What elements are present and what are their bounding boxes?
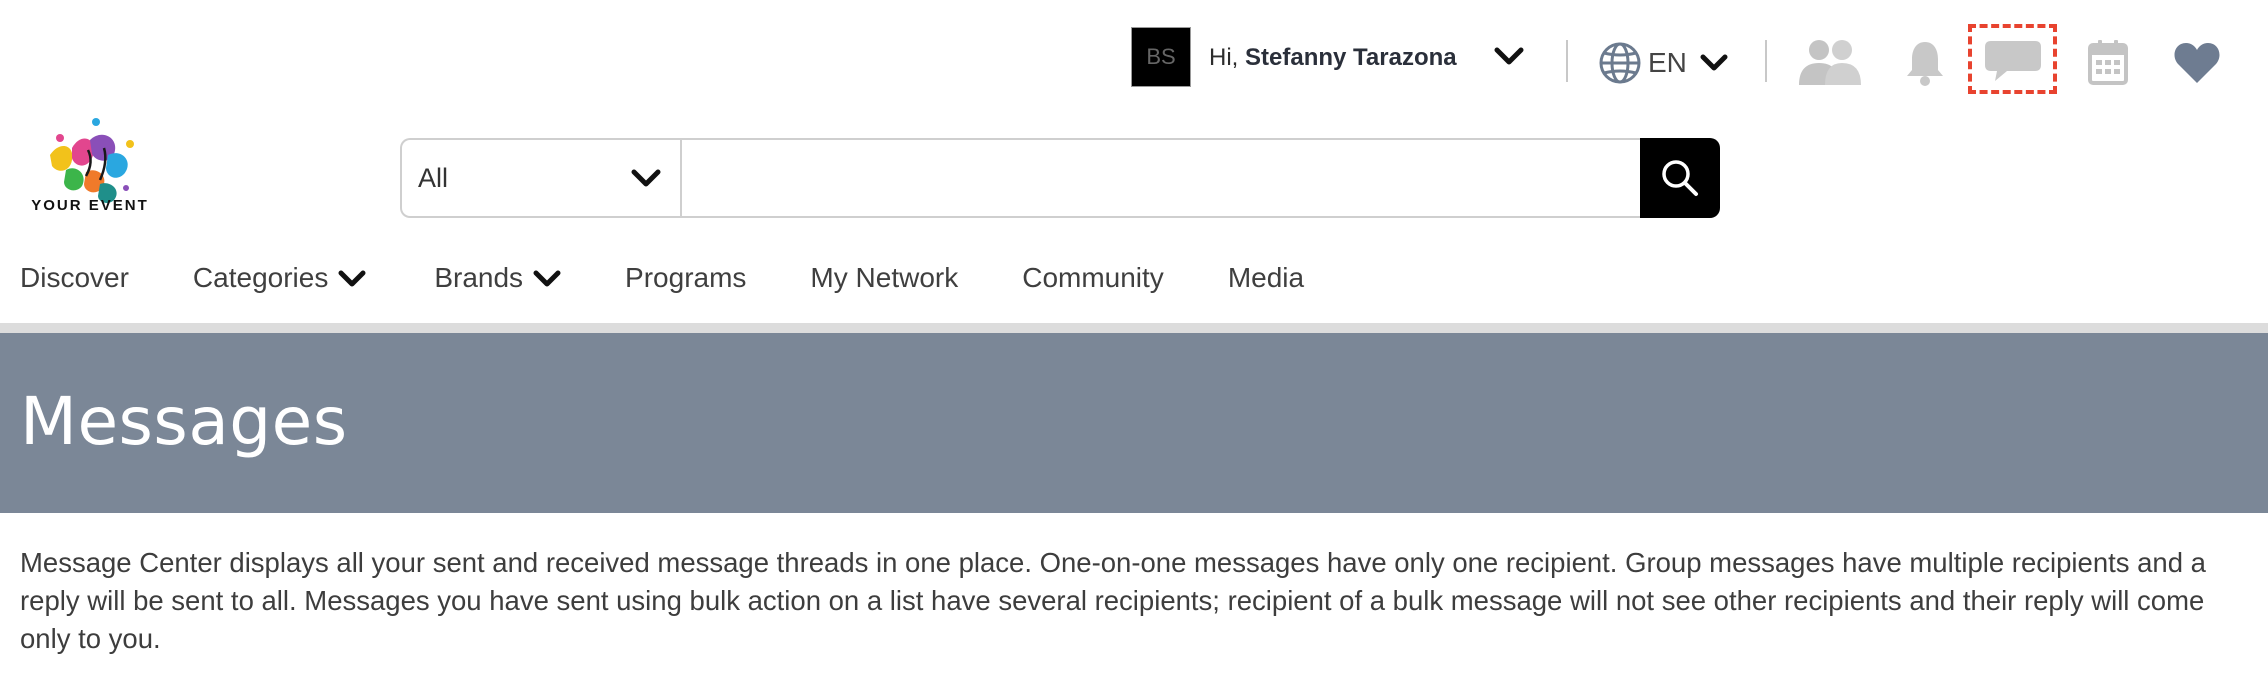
nav-divider: [0, 323, 2268, 333]
chevron-down-icon: [1700, 54, 1728, 71]
avatar-initials: BS: [1146, 44, 1176, 69]
nav-item-label: Community: [1022, 262, 1164, 293]
page-title: Messages: [20, 383, 348, 460]
nav-item-media[interactable]: Media: [1228, 262, 1304, 294]
user-name: Stefanny Tarazona: [1245, 44, 1457, 71]
user-greeting[interactable]: Hi, Stefanny Tarazona: [1209, 44, 1457, 72]
user-avatar[interactable]: BS: [1131, 27, 1191, 87]
calendar-icon: [2088, 40, 2128, 85]
nav-item-my-network[interactable]: My Network: [810, 262, 958, 294]
favorites-button[interactable]: [2172, 40, 2222, 86]
divider: [1566, 40, 1568, 82]
nav-item-label: Brands: [434, 262, 524, 293]
main-nav: Discover Categories Brands Programs My N…: [20, 256, 1304, 300]
nav-item-label: Media: [1227, 262, 1305, 293]
network-button[interactable]: [1796, 38, 1864, 86]
nav-item-categories[interactable]: Categories: [193, 262, 368, 294]
language-selector[interactable]: EN: [1598, 40, 1729, 86]
chevron-down-icon: [338, 270, 366, 287]
language-code: EN: [1648, 47, 1687, 78]
calendar-button[interactable]: [2087, 38, 2129, 86]
search-category-value: All: [418, 162, 449, 193]
people-icon: [1799, 40, 1861, 85]
page-description: Message Center displays all your sent an…: [20, 547, 2206, 654]
user-menu-chevron-icon[interactable]: [1493, 44, 1525, 70]
logo-text: YOUR EVENT: [31, 197, 149, 214]
notifications-button[interactable]: [1902, 38, 1948, 88]
messages-button[interactable]: [1981, 38, 2045, 84]
search-button[interactable]: [1640, 138, 1720, 218]
chevron-down-icon: [631, 169, 661, 187]
globe-icon: [1599, 42, 1641, 84]
search-category-select[interactable]: All: [400, 138, 681, 218]
nav-item-programs[interactable]: Programs: [625, 262, 746, 294]
nav-item-label: Categories: [192, 262, 329, 293]
nav-item-label: Discover: [20, 262, 129, 293]
search-icon: [1662, 160, 1698, 196]
bell-icon: [1907, 42, 1943, 86]
search-input[interactable]: [680, 138, 1642, 218]
chat-bubble-icon: [1985, 41, 2041, 81]
greeting-prefix: Hi,: [1209, 44, 1239, 71]
heart-icon: [2174, 43, 2220, 83]
divider: [1765, 40, 1767, 82]
nav-item-label: Programs: [625, 262, 747, 293]
chevron-down-icon: [533, 270, 561, 287]
nav-item-community[interactable]: Community: [1022, 262, 1164, 294]
nav-item-label: My Network: [810, 262, 959, 293]
nav-item-brands[interactable]: Brands: [434, 262, 563, 294]
nav-item-discover[interactable]: Discover: [20, 262, 129, 294]
page-banner: Messages: [0, 333, 2268, 513]
